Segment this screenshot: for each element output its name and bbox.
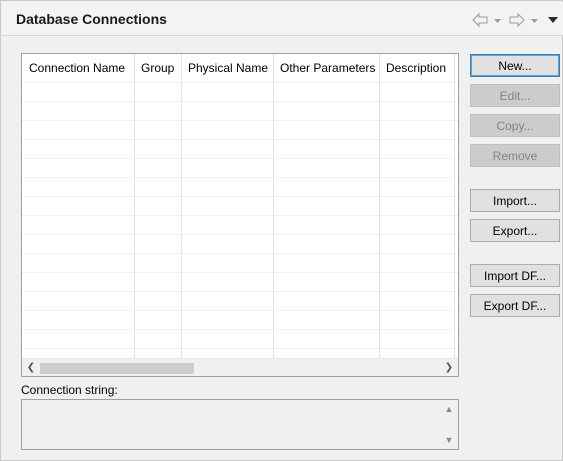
scroll-left-icon[interactable]: ❮ <box>24 361 38 375</box>
scroll-down-icon[interactable]: ▼ <box>443 434 455 446</box>
horizontal-scrollbar[interactable]: ❮ ❯ <box>22 358 458 376</box>
empty-row-line <box>22 272 458 273</box>
import-button[interactable]: Import... <box>470 189 560 212</box>
remove-button[interactable]: Remove <box>470 144 560 167</box>
column-header-connection-name[interactable]: Connection Name <box>22 54 134 82</box>
connections-table[interactable]: Connection Name Group Physical Name Othe… <box>21 53 459 377</box>
column-header-physical-name[interactable]: Physical Name <box>181 54 273 82</box>
export-button[interactable]: Export... <box>470 219 560 242</box>
vertical-scrollbar[interactable]: ▲ ▼ <box>441 400 458 449</box>
empty-row-line <box>22 253 458 254</box>
empty-row-line <box>22 196 458 197</box>
column-divider[interactable] <box>454 54 455 358</box>
view-menu-icon[interactable] <box>547 12 559 28</box>
column-divider[interactable] <box>379 54 380 358</box>
scroll-up-icon[interactable]: ▲ <box>443 403 455 415</box>
import-df-button[interactable]: Import DF... <box>470 264 560 287</box>
empty-row-line <box>22 215 458 216</box>
column-header-group[interactable]: Group <box>134 54 181 82</box>
empty-row-line <box>22 291 458 292</box>
database-connections-panel: Database Connections Connection Name Gro… <box>0 0 563 461</box>
empty-row-line <box>22 329 458 330</box>
column-divider[interactable] <box>181 54 182 358</box>
table-header: Connection Name Group Physical Name Othe… <box>22 54 458 82</box>
empty-row-line <box>22 139 458 140</box>
back-history-dropdown-icon[interactable] <box>493 12 502 28</box>
back-arrow-icon[interactable] <box>472 12 488 28</box>
panel-title: Database Connections <box>16 11 167 27</box>
column-divider[interactable] <box>134 54 135 358</box>
empty-row-line <box>22 82 458 83</box>
new-button[interactable]: New... <box>470 54 560 77</box>
edit-button[interactable]: Edit... <box>470 84 560 107</box>
panel-title-bar: Database Connections <box>2 2 563 36</box>
empty-row-line <box>22 101 458 102</box>
connection-string-field[interactable]: ▲ ▼ <box>21 399 459 450</box>
forward-arrow-icon[interactable] <box>509 12 525 28</box>
forward-history-dropdown-icon[interactable] <box>530 12 539 28</box>
column-header-other-parameters[interactable]: Other Parameters <box>273 54 379 82</box>
empty-row-line <box>22 310 458 311</box>
empty-row-line <box>22 158 458 159</box>
scroll-right-icon[interactable]: ❯ <box>442 361 456 375</box>
export-df-button[interactable]: Export DF... <box>470 294 560 317</box>
empty-row-line <box>22 120 458 121</box>
column-header-description[interactable]: Description <box>379 54 458 82</box>
copy-button[interactable]: Copy... <box>470 114 560 137</box>
empty-row-line <box>22 234 458 235</box>
horizontal-scroll-thumb[interactable] <box>40 363 194 374</box>
empty-row-line <box>22 348 458 349</box>
column-divider[interactable] <box>273 54 274 358</box>
empty-row-line <box>22 177 458 178</box>
connection-string-label: Connection string: <box>21 383 118 397</box>
